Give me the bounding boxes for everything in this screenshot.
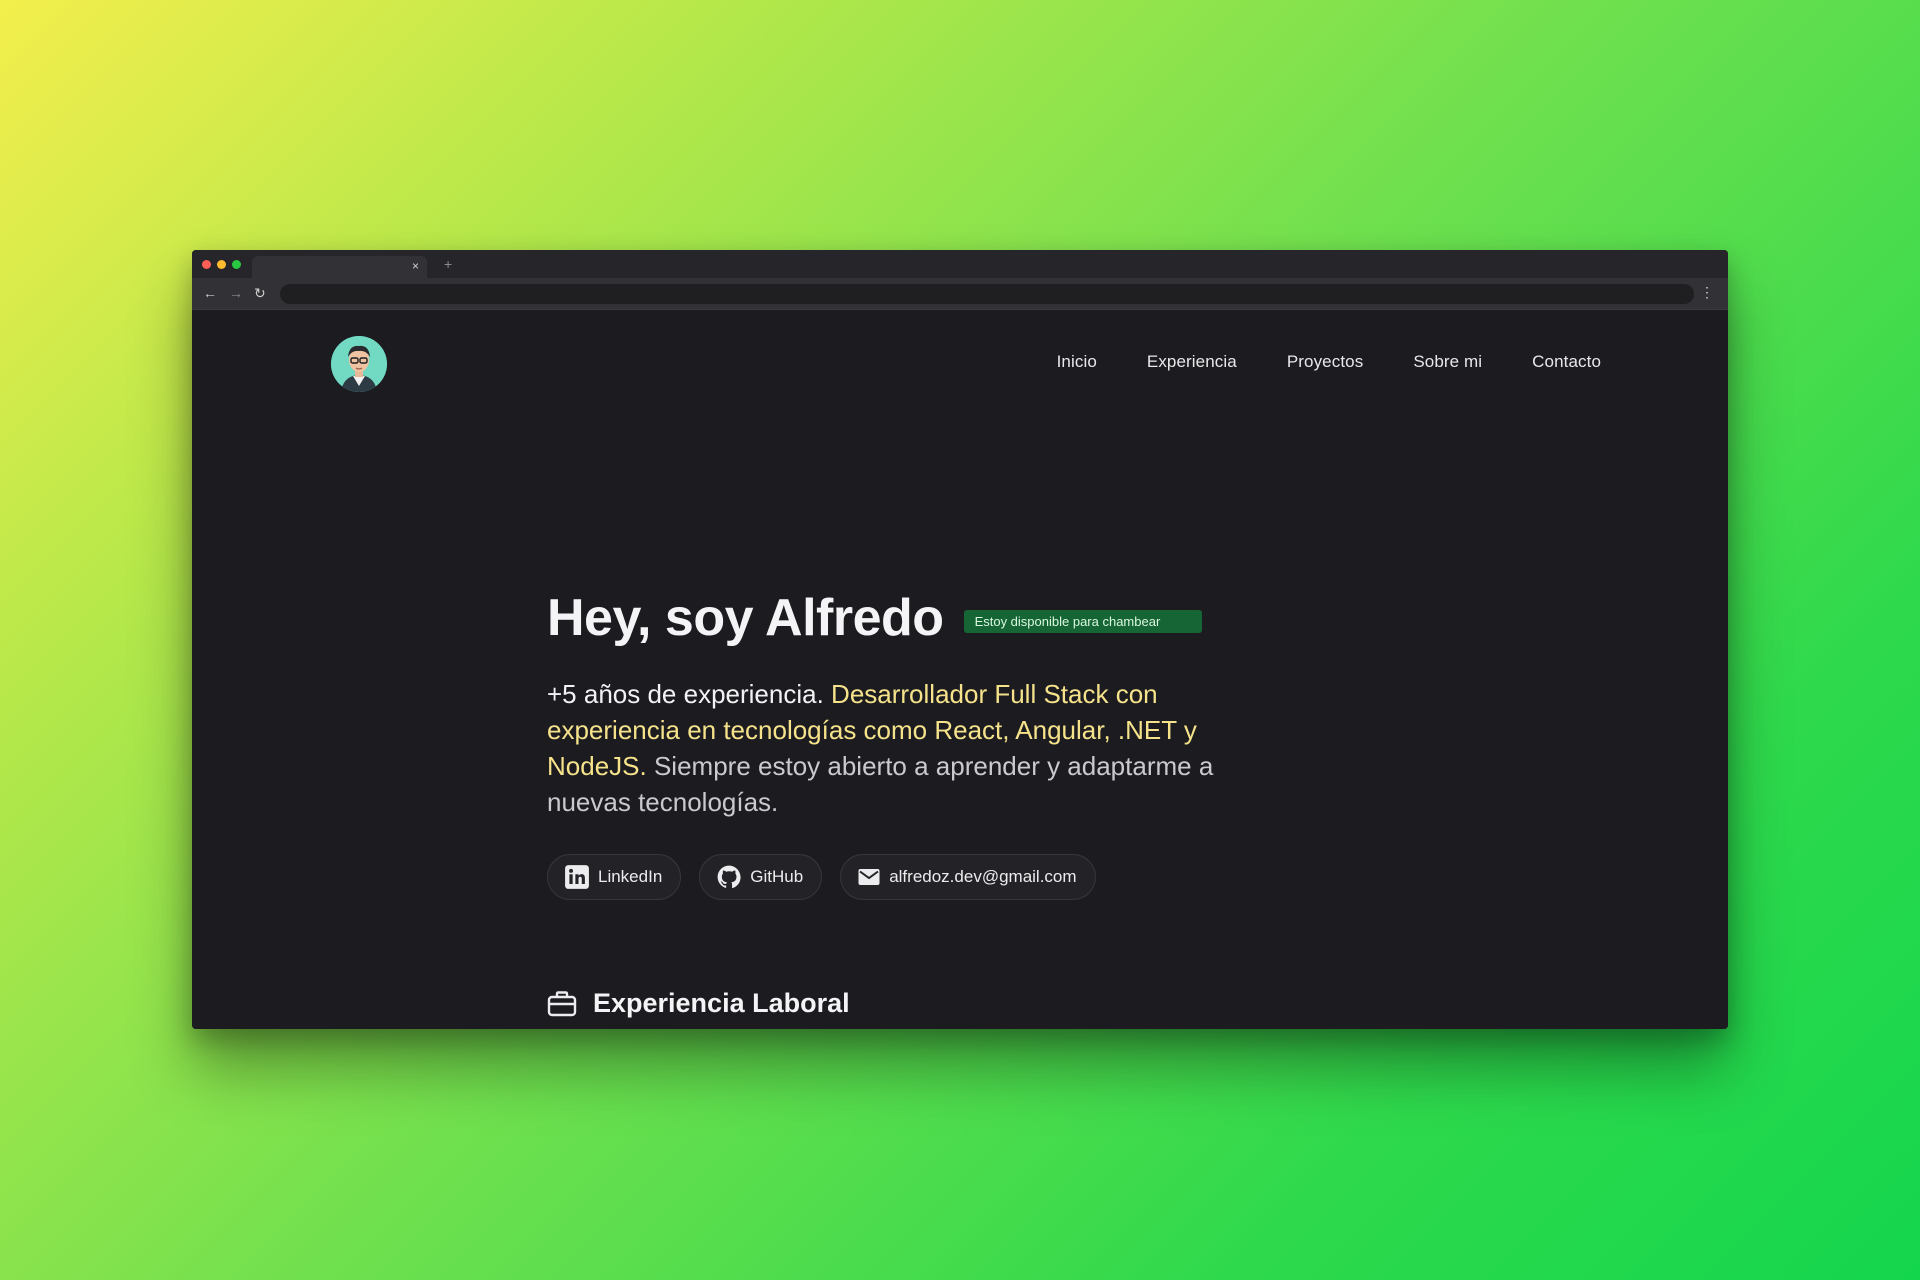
availability-badge: Estoy disponible para chambear (963, 609, 1203, 633)
forward-arrow-icon[interactable]: → (229, 285, 243, 301)
nav-link-sobre-mi[interactable]: Sobre mi (1413, 352, 1482, 372)
minimize-window-button[interactable] (217, 260, 226, 269)
briefcase-icon (547, 990, 577, 1016)
github-label: GitHub (750, 867, 804, 886)
github-button[interactable]: GitHub (699, 854, 823, 900)
email-button[interactable]: alfredoz.dev@gmail.com (840, 854, 1096, 900)
nav-link-proyectos[interactable]: Proyectos (1287, 352, 1364, 372)
avatar-illustration-icon (331, 336, 387, 392)
browser-menu-icon[interactable]: ⋮ (1700, 284, 1714, 301)
avatar[interactable] (331, 336, 387, 392)
browser-window: × + ← → ↻ ⋮ Inicio Experiencia Proyectos… (192, 250, 1728, 1029)
close-tab-icon[interactable]: × (412, 259, 419, 273)
hero-title: Hey, soy Alfredo (547, 589, 944, 647)
maximize-window-button[interactable] (232, 260, 241, 269)
linkedin-icon (565, 865, 589, 889)
hero-title-row: Hey, soy Alfredo Estoy disponible para c… (547, 588, 1307, 648)
window-controls (202, 260, 241, 269)
browser-tab-strip: × + (192, 250, 1728, 278)
email-label: alfredoz.dev@gmail.com (889, 867, 1077, 886)
nav-link-experiencia[interactable]: Experiencia (1147, 352, 1237, 372)
github-icon (717, 865, 741, 889)
browser-tab[interactable]: × (252, 256, 427, 278)
linkedin-button[interactable]: LinkedIn (547, 854, 682, 900)
nav-link-inicio[interactable]: Inicio (1057, 352, 1097, 372)
new-tab-icon[interactable]: + (444, 256, 452, 272)
nav-link-contacto[interactable]: Contacto (1532, 352, 1601, 372)
mail-icon (858, 869, 880, 885)
close-window-button[interactable] (202, 260, 211, 269)
hero-description-lead: +5 años de experiencia. (547, 679, 824, 709)
hero-description: +5 años de experiencia. Desarrollador Fu… (547, 676, 1287, 820)
portfolio-page: Inicio Experiencia Proyectos Sobre mi Co… (192, 310, 1728, 1029)
hero-description-rest: Siempre estoy abierto a aprender y adapt… (547, 751, 1214, 817)
back-arrow-icon[interactable]: ← (203, 285, 217, 301)
experience-section-title: Experiencia Laboral (593, 988, 850, 1018)
hero-section: Hey, soy Alfredo Estoy disponible para c… (547, 588, 1307, 900)
address-bar[interactable] (280, 284, 1694, 304)
experience-section-header: Experiencia Laboral (547, 988, 850, 1019)
reload-icon[interactable]: ↻ (254, 285, 266, 301)
social-links: LinkedIn GitHub alfredoz.dev@gmail.com (547, 854, 1307, 900)
linkedin-label: LinkedIn (598, 867, 663, 886)
main-nav: Inicio Experiencia Proyectos Sobre mi Co… (1057, 352, 1601, 372)
browser-toolbar: ← → ↻ ⋮ (192, 278, 1728, 310)
